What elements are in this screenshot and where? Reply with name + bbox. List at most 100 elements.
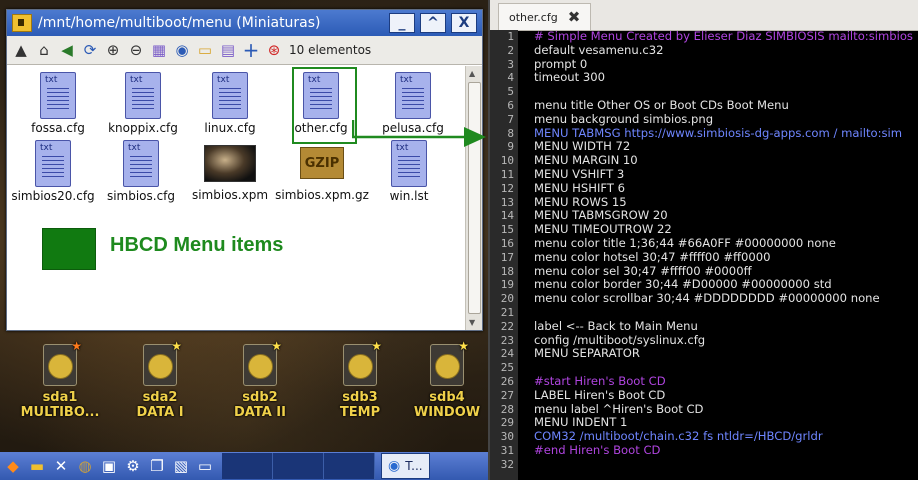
code-line[interactable]: menu background simbios.png xyxy=(534,112,918,127)
line-number: 25 xyxy=(500,361,514,375)
maximize-button[interactable]: ^ xyxy=(420,13,446,33)
drive-sdb2[interactable]: ★ sdb2 DATA II xyxy=(212,339,308,420)
line-number: 23 xyxy=(500,333,514,347)
code-line[interactable]: #end Hiren's Boot CD xyxy=(534,443,918,458)
drive-device: sda1 xyxy=(42,390,78,405)
folder-icon[interactable]: ▬ xyxy=(26,455,48,477)
up-arrow-icon[interactable]: ▲ xyxy=(11,40,31,60)
code-line[interactable]: MENU ROWS 15 xyxy=(534,195,918,210)
window-title: /mnt/home/multiboot/menu (Miniaturas) xyxy=(38,15,321,31)
file-item[interactable]: txt knoppix.cfg xyxy=(97,72,189,135)
folder-icon[interactable]: ▭ xyxy=(195,40,215,60)
code-line[interactable]: #start Hiren's Boot CD xyxy=(534,374,918,389)
zoom-in-icon[interactable]: ⊕ xyxy=(103,40,123,60)
drive-sda1[interactable]: ★ sda1 MULTIBO... xyxy=(12,339,108,420)
code-line[interactable] xyxy=(534,85,918,99)
help-icon[interactable]: ⊛ xyxy=(264,40,284,60)
code-line[interactable]: MENU SEPARATOR xyxy=(534,347,918,361)
minimize-button[interactable]: _ xyxy=(389,13,415,33)
refresh-icon[interactable]: ⟳ xyxy=(80,40,100,60)
line-number: 5 xyxy=(507,85,514,99)
code-line[interactable]: MENU TABMSGROW 20 xyxy=(534,209,918,223)
code-line[interactable]: menu color title 1;36;44 #66A0FF #000000… xyxy=(534,236,918,251)
file-item[interactable]: txt simbios.cfg xyxy=(95,140,187,203)
add-icon[interactable]: + xyxy=(241,38,261,62)
disk-icon[interactable]: ▧ xyxy=(170,455,192,477)
desktop-1[interactable] xyxy=(222,453,273,479)
scroll-up-icon[interactable]: ▲ xyxy=(469,69,475,78)
fish-menu-icon[interactable]: ◆ xyxy=(2,455,24,477)
file-item[interactable]: simbios.xpm xyxy=(184,140,276,202)
code-area[interactable]: # Simple Menu Created by Elieser Diaz SI… xyxy=(534,30,918,480)
item-count: 10 elementos xyxy=(289,43,372,57)
code-line[interactable]: MENU WIDTH 72 xyxy=(534,140,918,154)
line-number: 31 xyxy=(500,443,514,457)
eye-icon[interactable]: ◉ xyxy=(172,40,192,60)
windows-icon[interactable]: ❐ xyxy=(146,455,168,477)
terminal-icon[interactable]: ▣ xyxy=(98,455,120,477)
file-name: simbios20.cfg xyxy=(11,189,95,203)
line-number: 21 xyxy=(500,305,514,319)
tab-other-cfg[interactable]: other.cfg ✖ xyxy=(498,3,592,30)
scroll-down-icon[interactable]: ▼ xyxy=(469,318,475,327)
line-number: 20 xyxy=(500,292,514,306)
scrollbar-thumb[interactable] xyxy=(468,82,481,314)
drive-sdb4[interactable]: ★ sdb4 WINDOW xyxy=(406,340,488,420)
code-line[interactable]: default vesamenu.c32 xyxy=(534,43,918,58)
hard-drive-icon: ★ xyxy=(243,339,282,386)
code-line[interactable] xyxy=(534,306,918,320)
line-number: 11 xyxy=(500,167,514,181)
code-line[interactable] xyxy=(534,361,918,375)
file-item[interactable]: txt simbios20.cfg xyxy=(7,140,99,203)
code-line[interactable]: menu color scrollbar 30;44 #DDDDDDDD #00… xyxy=(534,291,918,306)
code-line[interactable]: # Simple Menu Created by Elieser Diaz SI… xyxy=(534,30,918,44)
back-icon[interactable]: ◀ xyxy=(57,40,77,60)
code-line[interactable]: MENU VSHIFT 3 xyxy=(534,167,918,182)
code-line[interactable]: MENU TABMSG https://www.simbiosis-dg-app… xyxy=(534,126,918,141)
taskbar-firefox-item[interactable]: ◉ T... xyxy=(381,453,430,479)
code-line[interactable]: config /multiboot/syslinux.cfg xyxy=(534,333,918,348)
code-line[interactable]: COM32 /multiboot/chain.c32 fs ntldr=/HBC… xyxy=(534,429,918,444)
view-mode-icon[interactable]: ▦ xyxy=(149,40,169,60)
code-line[interactable]: menu color hotsel 30;47 #ffff00 #ff0000 xyxy=(534,250,918,265)
code-line[interactable]: prompt 0 xyxy=(534,57,918,72)
hard-drive-icon: ★ xyxy=(430,340,469,386)
code-line[interactable]: timeout 300 xyxy=(534,71,918,85)
drive-sda2[interactable]: ★ sda2 DATA I xyxy=(112,339,208,420)
code-line[interactable]: LABEL Hiren's Boot CD xyxy=(534,388,918,403)
vertical-scrollbar[interactable]: ▲ ▼ xyxy=(465,66,482,330)
code-line[interactable]: MENU HSHIFT 6 xyxy=(534,181,918,196)
code-line[interactable]: menu title Other OS or Boot CDs Boot Men… xyxy=(534,98,918,113)
line-number: 6 xyxy=(507,98,514,112)
drive-device: sdb3 xyxy=(342,390,378,405)
star-icon: ★ xyxy=(271,339,282,353)
home-icon[interactable]: ⌂ xyxy=(34,40,54,60)
line-number: 15 xyxy=(500,223,514,237)
file-item[interactable]: txt linux.cfg xyxy=(184,72,276,135)
line-number: 2 xyxy=(507,43,514,57)
code-line[interactable]: label <-- Back to Main Menu xyxy=(534,319,918,334)
settings-gear-icon[interactable]: ⚙ xyxy=(122,455,144,477)
virtual-desktops[interactable] xyxy=(222,453,375,479)
code-line[interactable]: menu label ^Hiren's Boot CD xyxy=(534,402,918,417)
drive-sdb3[interactable]: ★ sdb3 TEMP xyxy=(312,339,408,420)
line-number: 27 xyxy=(500,388,514,402)
line-number: 32 xyxy=(500,457,514,471)
close-button[interactable]: X xyxy=(451,13,477,33)
panel-icon[interactable]: ▤ xyxy=(218,40,238,60)
code-line[interactable]: MENU TIMEOUTROW 22 xyxy=(534,222,918,237)
tools-icon[interactable]: ✕ xyxy=(50,455,72,477)
zoom-out-icon[interactable]: ⊖ xyxy=(126,40,146,60)
desktop-3[interactable] xyxy=(324,453,375,479)
file-item[interactable]: txt fossa.cfg xyxy=(12,72,104,135)
code-line[interactable]: MENU MARGIN 10 xyxy=(534,153,918,168)
code-line[interactable]: menu color sel 30;47 #ffff00 #0000ff xyxy=(534,264,918,279)
file-manager-titlebar[interactable]: /mnt/home/multiboot/menu (Miniaturas) _ … xyxy=(7,10,482,36)
code-line[interactable]: menu color border 30;44 #D00000 #0000000… xyxy=(534,278,918,292)
close-tab-icon[interactable]: ✖ xyxy=(568,8,581,26)
code-line[interactable]: MENU INDENT 1 xyxy=(534,416,918,430)
desktop-2[interactable] xyxy=(273,453,324,479)
globe-icon[interactable]: ◍ xyxy=(74,455,96,477)
code-line[interactable] xyxy=(534,458,918,472)
show-desktop-icon[interactable]: ▭ xyxy=(194,455,216,477)
